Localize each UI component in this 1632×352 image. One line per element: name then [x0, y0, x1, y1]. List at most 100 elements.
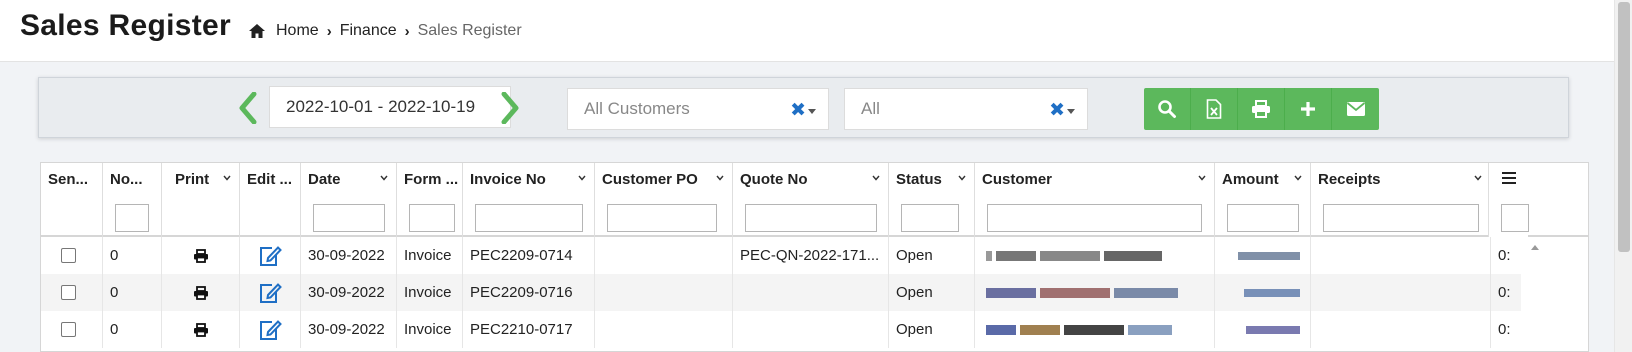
- clear-icon[interactable]: ✖: [1049, 99, 1065, 122]
- edit-cell[interactable]: [240, 311, 301, 348]
- print-cell[interactable]: [162, 237, 240, 274]
- date-cell: 30-09-2022: [301, 237, 397, 274]
- send-cell[interactable]: [41, 311, 103, 348]
- customer-po-cell: [595, 237, 733, 274]
- column-header-receipts[interactable]: Receipts: [1311, 163, 1491, 237]
- column-filter-input[interactable]: [901, 204, 959, 232]
- send-cell[interactable]: [41, 237, 103, 274]
- columns-menu-button[interactable]: [1488, 163, 1529, 237]
- action-button-group: [1144, 88, 1379, 130]
- export-excel-button[interactable]: [1191, 88, 1238, 130]
- row-checkbox[interactable]: [61, 322, 76, 337]
- edit-icon[interactable]: [258, 245, 282, 267]
- invoice-no-cell[interactable]: PEC2210-0717: [463, 311, 595, 348]
- breadcrumb-separator-icon: ›: [326, 22, 332, 40]
- send-cell[interactable]: [41, 274, 103, 311]
- print-cell[interactable]: [162, 311, 240, 348]
- table-row[interactable]: 0 30-09-2022 Invoice PEC2209-0716 Open 0…: [41, 274, 1521, 311]
- column-header-send[interactable]: Sen...: [41, 163, 103, 237]
- breadcrumb-finance[interactable]: Finance: [340, 22, 397, 40]
- column-header-no[interactable]: No...: [103, 163, 162, 237]
- chevron-down-icon[interactable]: [380, 175, 388, 181]
- breadcrumb-current: Sales Register: [417, 22, 522, 39]
- column-filter-input[interactable]: [1501, 204, 1529, 232]
- quote-no-cell: PEC-QN-2022-171...: [733, 237, 889, 274]
- column-header-amount[interactable]: Amount: [1215, 163, 1311, 237]
- search-icon: [1158, 100, 1176, 118]
- next-column-cell: 0:: [1498, 284, 1511, 301]
- column-filter-input[interactable]: [313, 204, 385, 232]
- column-filter-input[interactable]: [1227, 204, 1299, 232]
- page-scrollbar[interactable]: [1614, 0, 1632, 352]
- column-header-print[interactable]: Print: [162, 163, 240, 237]
- chevron-down-icon[interactable]: [223, 175, 231, 181]
- chevron-left-icon[interactable]: [238, 92, 258, 124]
- column-header-label: No...: [110, 171, 143, 188]
- column-header-customer[interactable]: Customer: [975, 163, 1215, 237]
- chevron-down-icon[interactable]: [872, 175, 880, 181]
- column-header-status[interactable]: Status: [889, 163, 975, 237]
- column-header-invoice-no[interactable]: Invoice No: [463, 163, 595, 237]
- column-header-quote-no[interactable]: Quote No: [733, 163, 889, 237]
- chevron-down-icon[interactable]: [1474, 175, 1482, 181]
- column-filter-input[interactable]: [607, 204, 717, 232]
- edit-icon[interactable]: [258, 319, 282, 341]
- quote-no-cell: [733, 274, 889, 311]
- chevron-down-icon[interactable]: [958, 175, 966, 181]
- print-icon[interactable]: [193, 248, 209, 263]
- customer-select[interactable]: All Customers ✖: [567, 88, 829, 130]
- chevron-down-icon[interactable]: [1067, 109, 1075, 114]
- status-select[interactable]: All ✖: [844, 88, 1088, 130]
- chevron-down-icon[interactable]: [1294, 175, 1302, 181]
- date-range-input[interactable]: 2022-10-01 - 2022-10-19: [269, 86, 511, 128]
- column-filter-input[interactable]: [475, 204, 583, 232]
- customer-cell: [975, 274, 1215, 311]
- columns-menu-icon: [1502, 172, 1516, 184]
- status-cell: Open: [889, 237, 975, 274]
- chevron-down-icon[interactable]: [808, 109, 816, 114]
- table-row[interactable]: 0 30-09-2022 Invoice PEC2210-0717 Open 0…: [41, 311, 1521, 348]
- print-icon[interactable]: [193, 322, 209, 337]
- customer-select-value: All Customers: [584, 99, 690, 118]
- customer-po-cell: [595, 274, 733, 311]
- edit-cell[interactable]: [240, 237, 301, 274]
- next-column-cell: 0:: [1498, 321, 1511, 338]
- table-row[interactable]: 0 30-09-2022 Invoice PEC2209-0714 PEC-QN…: [41, 237, 1521, 274]
- print-icon[interactable]: [193, 285, 209, 300]
- edit-icon[interactable]: [258, 282, 282, 304]
- chevron-down-icon[interactable]: [716, 175, 724, 181]
- no-cell: 0: [103, 311, 162, 348]
- column-filter-input[interactable]: [987, 204, 1202, 232]
- column-header-form[interactable]: Form ...: [397, 163, 463, 237]
- grid-scrollbar[interactable]: [1528, 237, 1588, 351]
- column-filter-input[interactable]: [745, 204, 877, 232]
- column-header-edit[interactable]: Edit ...: [240, 163, 301, 237]
- invoice-no-cell[interactable]: PEC2209-0714: [463, 237, 595, 274]
- invoice-no-cell[interactable]: PEC2209-0716: [463, 274, 595, 311]
- column-filter-input[interactable]: [1323, 204, 1479, 232]
- redacted-customer: [986, 250, 1162, 261]
- print-button[interactable]: [1238, 88, 1285, 130]
- print-cell[interactable]: [162, 274, 240, 311]
- column-header-customer-po[interactable]: Customer PO: [595, 163, 733, 237]
- column-filter-input[interactable]: [115, 204, 149, 232]
- row-checkbox[interactable]: [61, 248, 76, 263]
- email-button[interactable]: [1332, 88, 1379, 130]
- breadcrumb-home[interactable]: Home: [276, 22, 319, 40]
- add-button[interactable]: [1285, 88, 1332, 130]
- scroll-up-icon[interactable]: [1530, 243, 1540, 251]
- edit-cell[interactable]: [240, 274, 301, 311]
- amount-cell: [1215, 237, 1311, 274]
- top-bar: Sales Register Home › Finance › Sales Re…: [0, 0, 1614, 62]
- page-scrollbar-thumb[interactable]: [1618, 2, 1630, 252]
- row-checkbox[interactable]: [61, 285, 76, 300]
- clear-icon[interactable]: ✖: [790, 99, 806, 122]
- search-button[interactable]: [1144, 88, 1191, 130]
- chevron-right-icon[interactable]: [500, 92, 520, 124]
- chevron-down-icon[interactable]: [1198, 175, 1206, 181]
- chevron-down-icon[interactable]: [578, 175, 586, 181]
- form-cell: Invoice: [397, 311, 463, 348]
- column-header-date[interactable]: Date: [301, 163, 397, 237]
- redacted-amount: [1238, 251, 1300, 260]
- column-filter-input[interactable]: [409, 204, 455, 232]
